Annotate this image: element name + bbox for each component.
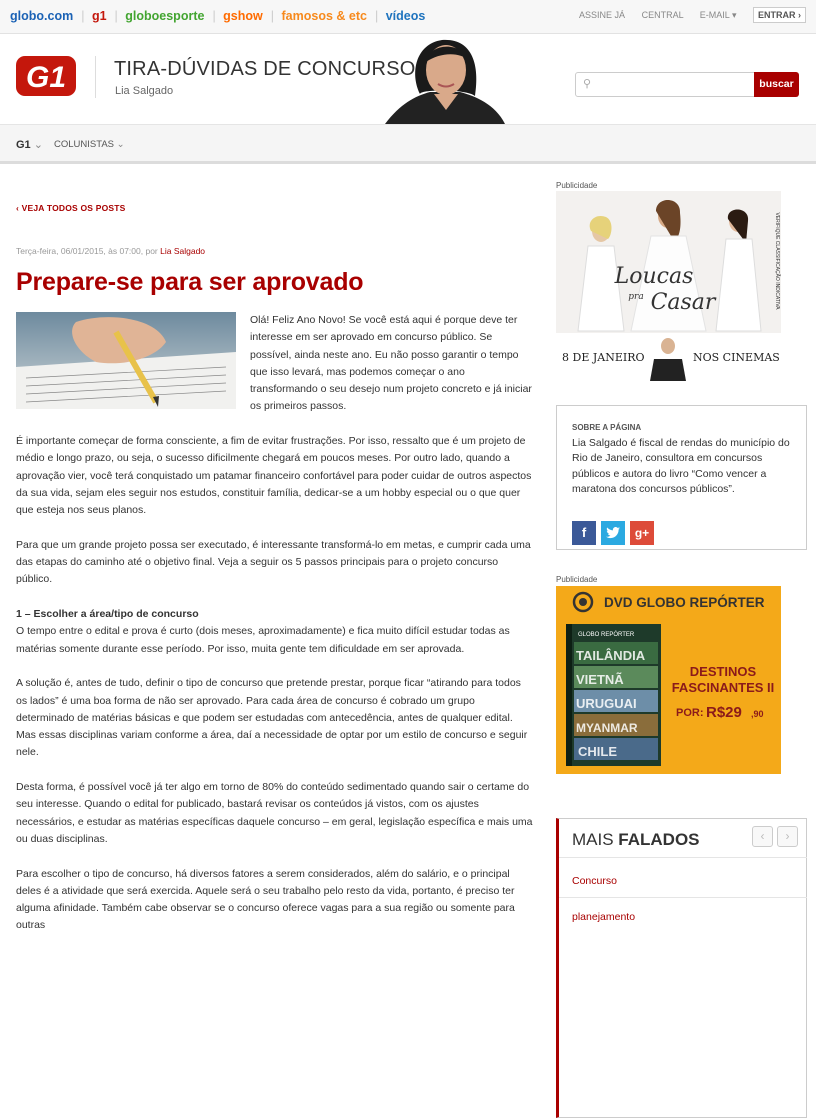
most-talked-heading: MAIS FALADOS (572, 830, 700, 850)
author-portrait (380, 34, 510, 124)
separator: | (114, 9, 118, 23)
nav-bar: G1 ⌄ COLUNISTAS ⌄ (0, 124, 816, 164)
chevron-down-icon: ⌄ (30, 139, 43, 151)
paragraph: Para escolher o tipo de concurso, há div… (16, 867, 515, 932)
pencil-exam-photo-icon (16, 312, 236, 409)
dvd-place-2: VIETNÃ (576, 672, 624, 687)
most-talked-heading-bold: FALADOS (618, 830, 700, 849)
ad-label: Publicidade (556, 575, 598, 584)
dvd-price-cents: ,90 (751, 709, 764, 719)
movie-title-1: Loucas (614, 264, 694, 289)
link-gshow[interactable]: gshow (223, 9, 263, 23)
google-plus-icon[interactable]: g+ (630, 521, 654, 545)
classification-notice: VERIFIQUE CLASSIFICAÇÃO INDICATIVA (774, 212, 781, 310)
blog-header: G1 TIRA-DÚVIDAS DE CONCURSOS Lia Salgado… (0, 34, 816, 124)
dvd-headline-2: FASCINANTES II (672, 680, 775, 695)
facebook-icon[interactable]: f (572, 521, 596, 545)
dvd-place-3: URUGUAI (576, 696, 637, 711)
dvd-brand: DVD GLOBO REPÓRTER (604, 595, 765, 610)
article-body: Olá! Feliz Ano Novo! Se você está aqui é… (16, 312, 534, 952)
prev-arrow-button[interactable]: ‹ (752, 826, 773, 847)
search-input[interactable] (575, 72, 755, 97)
paragraph: Desta forma, é possível você já ter algo… (16, 781, 533, 845)
paragraph: A solução é, antes de tudo, definir o ti… (16, 677, 528, 759)
movie-ad-banner[interactable]: Loucas pra Casar VERIFIQUE CLASSIFICAÇÃO… (556, 191, 781, 381)
ad-label: Publicidade (556, 181, 598, 190)
dvd-headline-1: DESTINOS (690, 664, 757, 679)
movie-title-3: Casar (651, 290, 717, 315)
see-all-posts-label: VEJA TODOS OS POSTS (21, 203, 126, 213)
email-link[interactable]: E-MAIL ▾ (700, 10, 737, 20)
search-form: ⚲ buscar (575, 72, 799, 97)
dvd-price: R$29 (706, 704, 742, 721)
separator: | (374, 9, 379, 23)
account-links: ASSINE JÁ CENTRAL E-MAIL ▾ ENTRAR › (565, 7, 806, 23)
link-g1[interactable]: g1 (92, 9, 107, 23)
about-text: Lia Salgado é fiscal de rendas do municí… (572, 437, 790, 495)
most-talked-item[interactable]: Concurso (572, 875, 617, 887)
separator: | (270, 9, 275, 23)
link-globoesporte[interactable]: globoesporte (125, 9, 204, 23)
network-links: globo.com | g1 | globoesporte | gshow | famo… (10, 9, 429, 23)
header-divider (95, 56, 96, 98)
post-meta: Terça-feira, 06/01/2015, às 07:00, por L… (16, 246, 205, 256)
assine-link[interactable]: ASSINE JÁ (579, 10, 625, 20)
logo-text: G1 (26, 61, 66, 94)
divider (559, 897, 807, 898)
movie-poster-icon: Loucas pra Casar VERIFIQUE CLASSIFICAÇÃO… (556, 191, 781, 381)
release-cinemas: NOS CINEMAS (693, 351, 780, 364)
article-photo (16, 312, 236, 409)
link-famosos[interactable]: famosos & etc (282, 9, 367, 23)
search-button[interactable]: buscar (754, 72, 799, 97)
post-author-link[interactable]: Lia Salgado (160, 246, 205, 256)
divider (559, 857, 807, 858)
chevron-down-icon: ▾ (729, 10, 737, 20)
separator: | (212, 9, 216, 23)
dvd-place-5: CHILE (578, 744, 617, 759)
release-date: 8 DE JANEIRO (562, 351, 645, 364)
blog-author: Lia Salgado (115, 85, 174, 97)
post-date: Terça-feira, 06/01/2015, às 07:00, por (16, 246, 158, 256)
section-heading: 1 – Escolher a área/tipo de concurso (16, 608, 199, 621)
dvd-place-4: MYANMAR (576, 721, 638, 735)
dvd-ad-graphic: DVD GLOBO REPÓRTER GLOBO REPÓRTER TAILÂN… (556, 586, 781, 774)
most-talked-item[interactable]: planejamento (572, 911, 635, 923)
nav-g1-menu[interactable]: G1 ⌄ (16, 138, 43, 151)
link-globo[interactable]: globo.com (10, 9, 73, 23)
link-videos[interactable]: vídeos (386, 9, 426, 23)
movie-title-2: pra (628, 292, 643, 302)
most-talked-box: MAIS FALADOS ‹ › Concurso planejamento (556, 818, 807, 1118)
next-arrow-button[interactable]: › (777, 826, 798, 847)
dvd-price-label: POR: (676, 707, 704, 719)
chevron-right-icon: › (795, 10, 801, 20)
entrar-label: ENTRAR (758, 10, 796, 20)
nav-colunistas-menu[interactable]: COLUNISTAS ⌄ (54, 139, 125, 150)
twitter-icon[interactable] (601, 521, 625, 545)
g1-logo-icon: G1 (16, 56, 76, 96)
central-link[interactable]: CENTRAL (642, 10, 684, 20)
dvd-place-1: TAILÂNDIA (576, 648, 646, 663)
email-label: E-MAIL (699, 10, 730, 20)
separator: | (81, 9, 85, 23)
paragraph: É importante começar de forma consciente… (16, 435, 532, 517)
paragraph: Para que um grande projeto possa ser exe… (16, 538, 531, 586)
entrar-button[interactable]: ENTRAR › (753, 7, 806, 23)
author-photo-icon (385, 39, 505, 124)
post-title: Prepare-se para ser aprovado (16, 268, 364, 296)
nav-g1-label: G1 (16, 139, 31, 151)
search-icon: ⚲ (583, 78, 592, 90)
chevron-down-icon: ⌄ (114, 139, 125, 150)
dvd-ad-banner[interactable]: DVD GLOBO REPÓRTER GLOBO REPÓRTER TAILÂN… (556, 586, 781, 774)
g1-logo[interactable]: G1 (16, 56, 76, 96)
about-heading: SOBRE A PÁGINA (572, 423, 642, 432)
nav-colunistas-label: COLUNISTAS (54, 139, 115, 150)
see-all-posts-link[interactable]: ‹ VEJA TODOS OS POSTS (16, 203, 126, 213)
dvd-cover-title: GLOBO REPÓRTER (578, 631, 635, 638)
twitter-bird-icon (606, 527, 620, 539)
about-box: SOBRE A PÁGINA Lia Salgado é fiscal de r… (556, 405, 807, 550)
paragraph: O tempo entre o edital e prova é curto (… (16, 625, 510, 655)
globo-top-bar: globo.com | g1 | globoesporte | gshow | famo… (0, 0, 816, 34)
most-talked-heading-light: MAIS (572, 830, 614, 849)
